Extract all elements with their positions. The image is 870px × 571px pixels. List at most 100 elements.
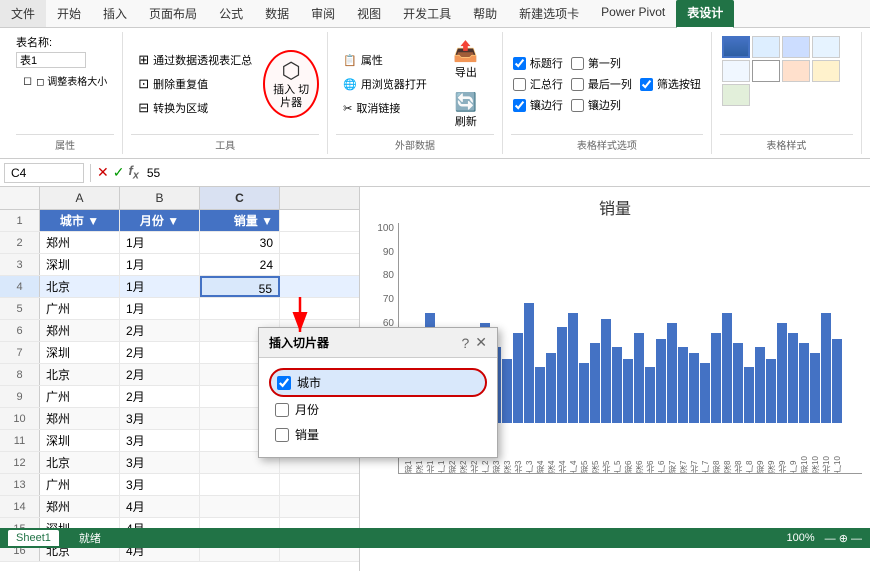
cell-b11[interactable]: 3月 [120,430,200,451]
cell-a13[interactable]: 广州 [40,474,120,495]
cell-d3[interactable] [280,254,360,275]
sheet-tab[interactable]: Sheet1 [8,530,59,546]
cell-a2[interactable]: 郑州 [40,232,120,253]
cell-a1[interactable]: 城市 ▼ [40,210,120,231]
cell-b12[interactable]: 3月 [120,452,200,473]
cell-b4[interactable]: 1月 [120,276,200,297]
convert-to-range-button[interactable]: ⊟ 转换为区域 [131,97,259,119]
export-button[interactable]: 📤 导出 [438,34,494,85]
col-header-b[interactable]: B [120,187,200,209]
resize-table-button[interactable]: ◻ ◻ 调整表格大小 [16,70,114,91]
col-header-d[interactable] [280,187,360,209]
cell-d1[interactable] [280,210,360,231]
chk-month[interactable] [275,403,289,417]
chk-filter-btn[interactable] [640,78,653,91]
cell-a4[interactable]: 北京 [40,276,120,297]
chk-banded-cols[interactable] [571,99,584,112]
tab-new-tab[interactable]: 新建选项卡 [508,0,590,27]
cell-a5[interactable]: 广州 [40,298,120,319]
tab-developer[interactable]: 开发工具 [392,0,462,27]
tab-home[interactable]: 开始 [46,0,92,27]
tab-table-design[interactable]: 表设计 [676,0,734,28]
cell-a9[interactable]: 广州 [40,386,120,407]
tab-formula[interactable]: 公式 [208,0,254,27]
cell-b13[interactable]: 3月 [120,474,200,495]
cell-d4[interactable] [280,276,360,297]
cell-c14[interactable] [200,496,280,517]
insert-function-icon[interactable]: fx [128,163,138,182]
style-swatch-1[interactable] [752,36,780,58]
dialog-item-sales[interactable]: 销量 [269,422,487,447]
style-swatch-6[interactable] [782,60,810,82]
cell-b8[interactable]: 2月 [120,364,200,385]
style-swatch-2[interactable] [782,36,810,58]
cell-d13[interactable] [280,474,360,495]
cell-b9[interactable]: 2月 [120,386,200,407]
cell-b1[interactable]: 月份 ▼ [120,210,200,231]
style-swatch-5[interactable] [752,60,780,82]
col-header-c[interactable]: C [200,187,280,209]
cell-c2[interactable]: 30 [200,232,280,253]
tab-page-layout[interactable]: 页面布局 [138,0,208,27]
cell-c3[interactable]: 24 [200,254,280,275]
tab-review[interactable]: 审阅 [300,0,346,27]
cell-a7[interactable]: 深圳 [40,342,120,363]
dialog-close-button[interactable]: ✕ [475,334,487,351]
properties-button[interactable]: 📋 属性 [336,49,434,71]
refresh-button[interactable]: 🔄 刷新 [438,87,494,134]
dialog-help-button[interactable]: ? [461,335,469,351]
cell-a11[interactable]: 深圳 [40,430,120,451]
dialog-item-month[interactable]: 月份 [269,397,487,422]
chk-last-col[interactable] [571,78,584,91]
col-header-a[interactable]: A [40,187,120,209]
dialog-item-city[interactable]: 城市 [269,368,487,397]
style-swatch-3[interactable] [812,36,840,58]
chk-total-row[interactable] [513,78,526,91]
tab-view[interactable]: 视图 [346,0,392,27]
cell-a3[interactable]: 深圳 [40,254,120,275]
cell-c13[interactable] [200,474,280,495]
chk-city[interactable] [277,376,291,390]
cell-d5[interactable] [280,298,360,319]
cell-b14[interactable]: 4月 [120,496,200,517]
tab-data[interactable]: 数据 [254,0,300,27]
cell-a14[interactable]: 郑州 [40,496,120,517]
cell-b3[interactable]: 1月 [120,254,200,275]
formula-input[interactable] [143,164,866,182]
style-swatch-4[interactable] [722,60,750,82]
zoom-slider[interactable]: — ⊕ — [825,532,862,545]
style-swatch-8[interactable] [722,84,750,106]
insert-slicer-button[interactable]: ⬡ 插入 切片器 [263,50,319,118]
tab-insert[interactable]: 插入 [92,0,138,27]
chk-header-row[interactable] [513,57,526,70]
tab-power-pivot[interactable]: Power Pivot [590,0,676,27]
cell-c1[interactable]: 销量 ▼ [200,210,280,231]
cell-a10[interactable]: 郑州 [40,408,120,429]
unlink-button[interactable]: ✂ 取消链接 [336,97,434,119]
cell-a12[interactable]: 北京 [40,452,120,473]
style-swatch-7[interactable] [812,60,840,82]
tab-help[interactable]: 帮助 [462,0,508,27]
cell-a8[interactable]: 北京 [40,364,120,385]
cell-reference-box[interactable] [4,163,84,183]
cell-d14[interactable] [280,496,360,517]
cell-b7[interactable]: 2月 [120,342,200,363]
style-swatch-selected[interactable] [722,36,750,58]
cell-c5[interactable] [200,298,280,319]
cell-b5[interactable]: 1月 [120,298,200,319]
open-browser-button[interactable]: 🌐 用浏览器打开 [336,73,434,95]
cell-b6[interactable]: 2月 [120,320,200,341]
confirm-formula-icon[interactable]: ✓ [113,164,125,181]
cell-b10[interactable]: 3月 [120,408,200,429]
chk-first-col[interactable] [571,57,584,70]
table-name-input[interactable] [16,52,86,68]
pivot-table-button[interactable]: ⊞ 通过数据透视表汇总 [131,49,259,71]
cell-b2[interactable]: 1月 [120,232,200,253]
cell-d2[interactable] [280,232,360,253]
remove-duplicates-button[interactable]: ⊡ 删除重复值 [131,73,259,95]
chk-sales[interactable] [275,428,289,442]
cell-a6[interactable]: 郑州 [40,320,120,341]
chk-banded-rows[interactable] [513,99,526,112]
cancel-formula-icon[interactable]: ✕ [97,164,109,181]
tab-file[interactable]: 文件 [0,0,46,27]
